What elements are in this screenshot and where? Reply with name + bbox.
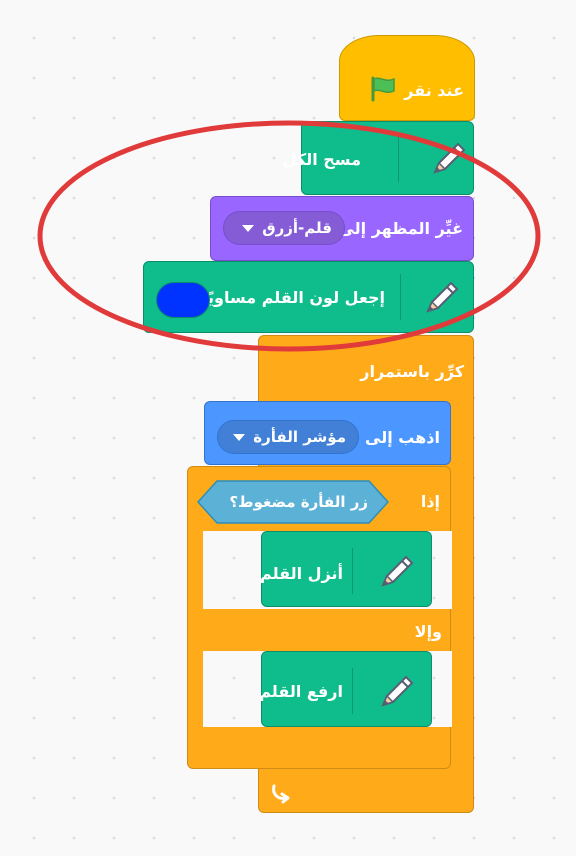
highlight-ellipse bbox=[37, 120, 541, 352]
